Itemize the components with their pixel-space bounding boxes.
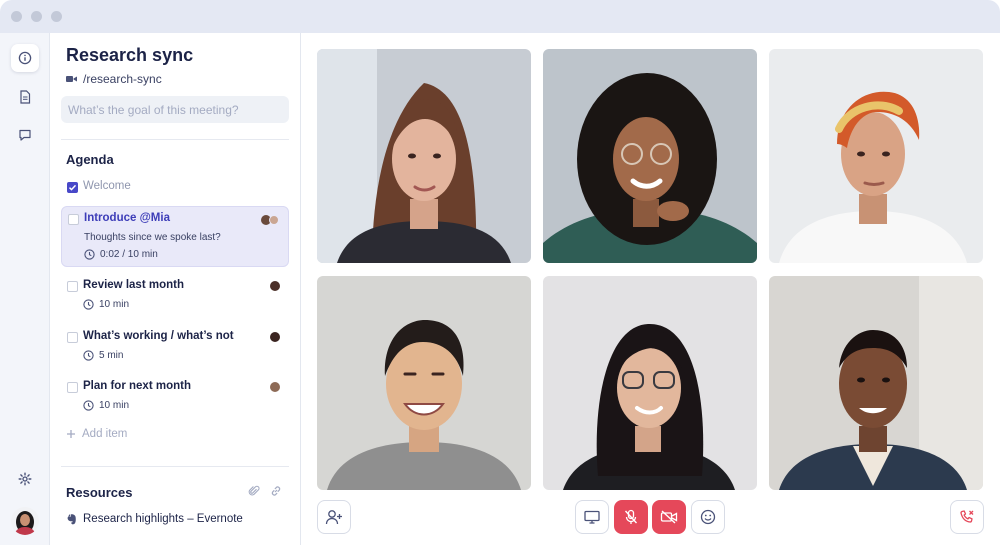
add-person-icon — [325, 510, 342, 525]
clock-icon — [83, 350, 94, 361]
participant-video — [769, 276, 983, 490]
stop-video-button[interactable] — [652, 500, 686, 534]
agenda-checkbox[interactable] — [67, 382, 78, 393]
duration-text: 10 min — [99, 299, 130, 310]
screen-share-icon — [584, 510, 600, 524]
agenda-item-title: What’s working / what’s not — [83, 330, 234, 342]
agenda-item-introduce-mia[interactable]: Introduce @Mia Thoughts since we spoke l… — [61, 206, 289, 267]
agenda-item-title: Plan for next month — [83, 380, 191, 392]
agenda-checkbox-checked[interactable] — [67, 182, 78, 193]
participant-tile-4[interactable] — [317, 276, 531, 490]
clock-icon — [83, 299, 94, 310]
hang-up-icon — [960, 510, 974, 523]
agenda-item-title: Welcome — [83, 180, 131, 192]
agenda-item-title: Introduce @Mia — [84, 212, 170, 224]
duration-text: 5 min — [99, 350, 124, 361]
chat-button[interactable] — [11, 121, 39, 149]
agenda-checkbox[interactable] — [67, 281, 78, 292]
agenda-item-duration: 10 min — [83, 400, 129, 411]
agenda-item-title: Review last month — [83, 279, 184, 291]
participant-video — [317, 49, 531, 263]
agenda-item-whats-working[interactable]: What’s working / what’s not 5 min — [61, 325, 289, 365]
add-item-label: Add item — [82, 428, 128, 440]
reactions-button[interactable] — [691, 500, 725, 534]
meeting-title: Research sync — [66, 45, 194, 65]
agenda-checkbox[interactable] — [68, 214, 79, 225]
participant-tile-1[interactable] — [317, 49, 531, 263]
assignee-avatar — [270, 332, 280, 342]
agenda-heading: Agenda — [66, 152, 114, 167]
resources-heading: Resources — [66, 485, 133, 500]
screen-share-button[interactable] — [575, 500, 609, 534]
notes-button[interactable] — [11, 83, 39, 111]
camera-off-icon — [660, 510, 678, 524]
add-participant-button[interactable] — [317, 500, 351, 534]
participant-video — [543, 49, 757, 263]
window-close-dot[interactable] — [11, 11, 22, 22]
agenda-item-review-last-month[interactable]: Review last month 10 min — [61, 274, 289, 314]
agenda-item-duration: 0:02 / 10 min — [84, 249, 158, 260]
participant-tile-3[interactable] — [769, 49, 983, 263]
mic-off-icon — [624, 509, 638, 524]
participant-tile-2[interactable] — [543, 49, 757, 263]
agenda-item-welcome[interactable]: Welcome — [61, 175, 289, 197]
room-link[interactable]: /research-sync — [66, 72, 162, 86]
meeting-panel: Research sync /research-sync Agenda Welc… — [50, 33, 301, 545]
title-bar — [0, 0, 1000, 33]
agenda-checkbox[interactable] — [67, 332, 78, 343]
current-user-avatar[interactable] — [11, 507, 39, 535]
chat-icon — [19, 129, 31, 141]
settings-button[interactable] — [11, 465, 39, 493]
checkmark-icon — [68, 184, 77, 191]
participant-video — [543, 276, 757, 490]
resource-title: Research highlights – Evernote — [83, 513, 243, 525]
document-icon — [20, 90, 31, 104]
icon-rail — [0, 33, 50, 545]
participant-tile-5[interactable] — [543, 276, 757, 490]
video-camera-icon — [66, 76, 77, 82]
add-agenda-item-button[interactable]: Add item — [66, 428, 127, 440]
duration-text: 10 min — [99, 400, 130, 411]
participant-tile-6[interactable] — [769, 276, 983, 490]
info-button[interactable] — [11, 44, 39, 72]
paperclip-icon[interactable] — [248, 485, 260, 497]
assignee-avatar — [269, 215, 279, 225]
evernote-icon — [67, 514, 76, 525]
clock-icon — [84, 249, 95, 260]
agenda-item-duration: 10 min — [83, 299, 129, 310]
mute-microphone-button[interactable] — [614, 500, 648, 534]
duration-text: 0:02 / 10 min — [100, 249, 158, 260]
divider — [61, 139, 289, 140]
assignee-avatar — [270, 281, 280, 291]
assignee-avatar — [270, 382, 280, 392]
app-window: Research sync /research-sync Agenda Welc… — [0, 0, 1000, 545]
resource-actions — [248, 485, 282, 497]
window-zoom-dot[interactable] — [51, 11, 62, 22]
meeting-goal-input[interactable] — [61, 96, 289, 123]
agenda-item-plan-next-month[interactable]: Plan for next month 10 min — [61, 375, 289, 415]
link-icon[interactable] — [270, 485, 282, 497]
resource-item[interactable]: Research highlights – Evernote — [66, 513, 243, 525]
agenda-item-note: Thoughts since we spoke last? — [84, 232, 221, 243]
clock-icon — [83, 400, 94, 411]
participant-video — [317, 276, 531, 490]
leave-call-button[interactable] — [950, 500, 984, 534]
room-slug: /research-sync — [83, 72, 162, 86]
video-stage — [301, 33, 1000, 545]
agenda-item-duration: 5 min — [83, 350, 123, 361]
info-icon — [18, 51, 32, 65]
emoji-icon — [700, 509, 716, 525]
divider — [61, 466, 289, 467]
gear-icon — [18, 472, 32, 486]
plus-icon — [67, 430, 75, 438]
participant-video — [769, 49, 983, 263]
window-minimize-dot[interactable] — [31, 11, 42, 22]
